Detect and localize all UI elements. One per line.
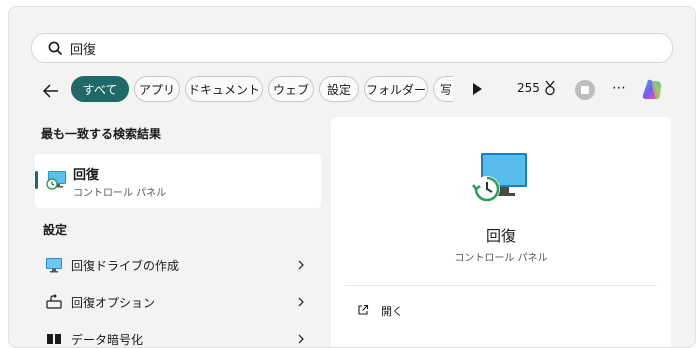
- best-match-result[interactable]: 回復 コントロール パネル: [35, 154, 321, 208]
- search-panel: 回復 すべて アプリ ドキュメント ウェブ 設定 フォルダー 写 255 ⋯ 最…: [8, 6, 696, 348]
- more-options-icon[interactable]: ⋯: [612, 80, 627, 96]
- open-action[interactable]: 開く: [381, 303, 403, 319]
- rewards-medal-icon[interactable]: [543, 80, 557, 96]
- recovery-large-icon: [471, 153, 527, 202]
- filter-chip-documents[interactable]: ドキュメント: [185, 76, 263, 102]
- filter-chip-all[interactable]: すべて: [71, 76, 129, 102]
- more-filters-play-icon[interactable]: [473, 83, 482, 95]
- setting-item-label: 回復オプション: [71, 296, 156, 310]
- divider: [345, 285, 657, 286]
- selection-indicator: [35, 171, 38, 189]
- filter-chip-web[interactable]: ウェブ: [268, 76, 314, 102]
- copilot-icon[interactable]: [639, 77, 665, 103]
- recovery-options-icon: [46, 294, 62, 309]
- setting-item-label: データ暗号化: [71, 333, 144, 347]
- setting-item-data-encryption[interactable]: データ暗号化: [35, 323, 321, 347]
- chevron-right-icon: [298, 260, 304, 270]
- search-box[interactable]: 回復: [31, 33, 673, 63]
- recovery-icon: [46, 171, 66, 190]
- best-match-title: 回復: [73, 168, 100, 183]
- monitor-icon: [46, 258, 62, 273]
- settings-section-heading: 設定: [43, 223, 68, 237]
- chevron-right-icon: [298, 297, 304, 307]
- best-match-subtitle: コントロール パネル: [73, 188, 167, 199]
- setting-item-recovery-options[interactable]: 回復オプション: [35, 286, 321, 318]
- setting-item-label: 回復ドライブの作成: [71, 259, 180, 273]
- filter-chip-settings[interactable]: 設定: [319, 76, 359, 102]
- filter-chip-folders[interactable]: フォルダー: [364, 76, 428, 102]
- filter-chip-apps[interactable]: アプリ: [134, 76, 180, 102]
- encryption-icon: [47, 334, 61, 344]
- detail-title: 回復: [485, 227, 516, 245]
- detail-pane: 回復 コントロール パネル 開く: [331, 117, 671, 347]
- back-arrow-icon[interactable]: [41, 81, 61, 101]
- filter-chip-photos[interactable]: 写: [433, 76, 453, 102]
- search-input[interactable]: 回復: [70, 39, 96, 58]
- detail-subtitle: コントロール パネル: [454, 253, 548, 264]
- rewards-points: 255: [517, 81, 540, 95]
- best-match-heading: 最も一致する検索結果: [41, 127, 162, 141]
- open-external-icon: [358, 304, 369, 315]
- account-avatar[interactable]: [575, 80, 595, 100]
- setting-item-create-recovery-drive[interactable]: 回復ドライブの作成: [35, 249, 321, 281]
- chevron-right-icon: [298, 334, 304, 344]
- search-icon: [48, 41, 62, 55]
